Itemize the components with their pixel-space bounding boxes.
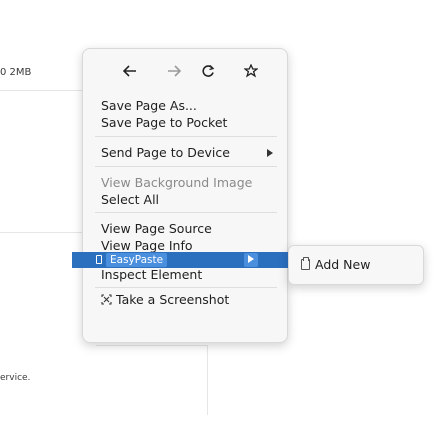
footer-text: ervice. [0,373,31,383]
save-to-pocket-item[interactable]: Save Page to Pocket [101,115,227,130]
context-menu: Save Page As... Save Page to Pocket Send… [82,48,288,343]
file-size-text: 0 2MB [0,67,32,78]
select-all-item[interactable]: Select All [101,192,159,207]
divider [0,232,82,233]
clipboard-icon [96,255,102,264]
take-screenshot-item[interactable]: Take a Screenshot [101,292,229,307]
back-button[interactable] [118,59,142,83]
easypaste-submenu: Add New [288,245,424,285]
separator [95,166,277,167]
view-background-image-item: View Background Image [101,175,253,190]
clipboard-icon [301,257,310,270]
screenshot-icon [101,294,112,305]
divider [207,345,208,415]
take-screenshot-label: Take a Screenshot [116,292,230,307]
forward-button[interactable] [162,59,186,83]
divider [0,90,82,91]
separator [95,212,277,213]
easypaste-item[interactable]: EasyPaste [72,252,290,268]
separator [95,136,277,137]
navigation-row [83,59,289,83]
divider [96,345,208,346]
forward-arrow-icon [168,65,181,77]
reload-button[interactable] [196,59,220,83]
easypaste-label: EasyPaste [106,253,168,267]
submenu-arrow-icon [248,255,254,263]
save-page-as-item[interactable]: Save Page As... [101,98,197,113]
add-new-label: Add New [315,257,371,272]
view-page-info-item[interactable]: View Page Info [101,238,193,253]
bookmark-button[interactable] [239,59,263,83]
send-to-device-item[interactable]: Send Page to Device [101,145,230,160]
submenu-arrow-icon [267,149,273,157]
view-page-source-item[interactable]: View Page Source [101,221,212,236]
reload-icon [202,65,215,77]
separator [95,287,277,288]
inspect-element-item[interactable]: Inspect Element [101,267,202,282]
bookmark-star-icon [244,64,258,78]
add-new-item[interactable]: Add New [301,257,370,272]
back-arrow-icon [123,65,136,77]
